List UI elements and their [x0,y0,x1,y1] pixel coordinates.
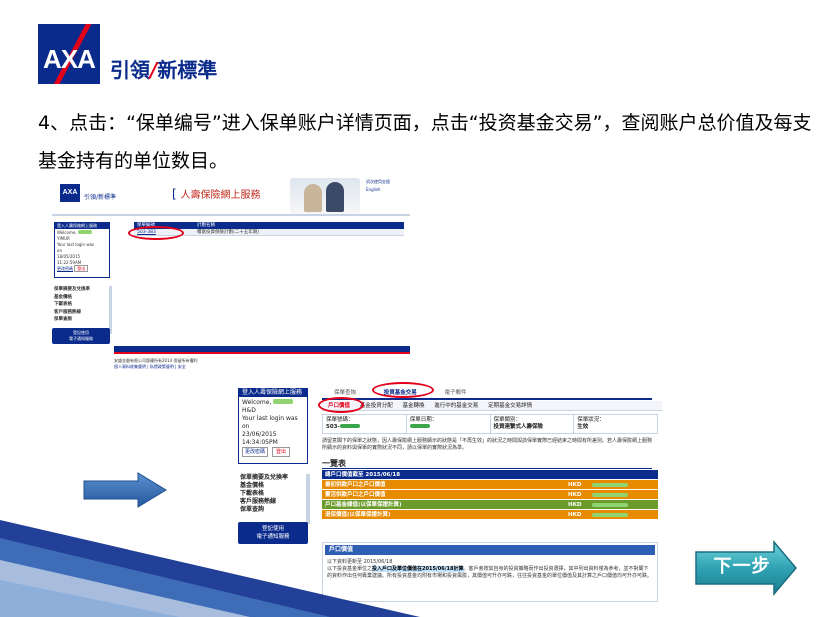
s2-highlight-circle-tab [372,382,434,398]
pointer-arrow-icon [83,472,167,508]
s2-menu-item[interactable]: 基金價格 [240,482,306,490]
table-row: 靈活供款戶口之戶口價值 HKD [322,490,658,500]
instruction-text: 4、点击：“保单编号”进入保单账户详情页面，点击“投资基金交易”，查阅账户总价值… [38,112,812,172]
s1-login-header: 登入人壽保險網上服務 [55,223,109,229]
subtab-pending-transactions[interactable]: 進行中的基金交易 [434,401,478,409]
s2-menu-item[interactable]: 下載表格 [240,490,306,498]
s1-plan-name: 積富投資保險計劃(二十五年期) [197,230,260,235]
s1-page-title: [ 人壽保險網上服務 [172,187,261,201]
s1-brand: 引領/新標準 [84,194,117,201]
s1-logout-button[interactable]: 登出 [74,265,89,272]
table-row: 戶口基金總值(以保單保證計算) HKD [322,500,658,510]
s1-side-menu: 保單摘要及兌換率 基金價格 下載表格 客戶服務熱線 保單查詢 [54,286,112,334]
table-row: 最初供款戶口之戶口價值 HKD [322,480,658,490]
s1-axa-logo: AXA [60,184,80,202]
s2-menu-item[interactable]: 客戶服務熱線 [240,498,306,506]
s2-tab-underline [322,398,652,400]
next-step-button[interactable]: 下一步 [706,552,778,582]
s2-sub-tabs: 戶口價值 基金投資分配 基金轉換 進行中的基金交易 定期基金交易詳情 [322,401,662,411]
s1-change-password[interactable]: 更改密碼 [57,266,73,271]
s1-login-box: 登入人壽保險網上服務 Welcome, YIMUR Your last logi… [54,222,110,278]
s1-enotice-button[interactable]: 登記使用 電子通知服務 [52,328,110,344]
s2-side-menu: 保單摘要及兌換率 基金價格 下載表格 客戶服務熱線 保單查詢 [240,474,310,524]
brand-slogan: 引領/新標準 [110,54,217,83]
s2-status-note: 請留意閣下的保單之狀態，因人壽保險網上服務顯示的狀態是「不再生效」的狀況之時間與… [322,438,653,451]
s1-menu-item[interactable]: 保單摘要及兌換率 [54,286,110,294]
brand-left: 引領 [110,58,150,82]
table-row: 總戶口價值截至 2015/06/18 [322,470,658,480]
s1-menu-item[interactable]: 客戶服務熱線 [54,309,110,317]
s1-banner-image [290,178,360,214]
s1-highlight-circle [128,226,184,240]
s1-menu-item[interactable]: 基金價格 [54,294,110,302]
s2-username: H&D [242,407,256,414]
subtab-fund-switch[interactable]: 基金轉換 [403,401,425,409]
s2-login-time: 14:34:05PM [242,439,278,446]
s2-menu-item[interactable]: 保單查詢 [240,506,306,514]
logo-text: AXA [43,44,96,74]
table-row: 退保價值(以保單保證計算) HKD [322,510,658,520]
s1-divider [52,214,410,216]
s2-highlight-circle-subtab [318,397,364,413]
brand-right: 新標準 [157,58,218,82]
s2-value-table: 總戶口價值截至 2015/06/18 最初供款戶口之戶口價值 HKD 靈活供款戶… [322,470,658,520]
s1-menu-item[interactable]: 下載表格 [54,301,110,309]
s2-logout-button[interactable]: 登出 [272,447,291,457]
axa-logo: AXA [38,24,100,84]
s2-login-box: 登入人壽保險網上服務 Welcome, H&D Your last login … [238,388,308,464]
s1-footer-links[interactable]: 個人資料收集聲明 | 私隱政策聲明 | 安全 [114,364,186,369]
s2-last-login: Your last login was [242,415,298,422]
s1-help-link[interactable]: 初次使用支援 [366,178,390,186]
s2-overview-line [322,468,652,469]
tab-policy-enquiry[interactable]: 保單查詢 [334,388,356,396]
s2-welcome: Welcome, [242,399,304,407]
s2-login-date: 23/06/2015 [242,431,277,438]
s1-menu-item[interactable]: 保單查詢 [54,316,110,324]
screenshot-policy-list: AXA 引領/新標準 [ 人壽保險網上服務 初次使用支援 English 登入人… [52,178,410,374]
s1-footer: 安盛金融有限公司版權所有2014 保留所有權利 個人資料收集聲明 | 私隱政策聲… [114,358,198,369]
subtab-regular-transactions[interactable]: 定期基金交易詳情 [488,401,532,409]
s2-change-password[interactable]: 更改密碼 [242,447,269,457]
s2-on: on [242,423,250,430]
s1-footer-bar-red [114,352,410,354]
s2-policy-info: 保單號碼： 503- 保單日期： 保單類別： 投資連繫式人壽保險 保單狀況： 生效 [322,414,658,434]
s1-english-link[interactable]: English [366,186,390,194]
tab-email[interactable]: 電子郵件 [445,388,467,396]
s1-top-links: 初次使用支援 English [366,178,390,194]
subtab-fund-allocation[interactable]: 基金投資分配 [360,401,393,409]
s2-menu-item[interactable]: 保單摘要及兌換率 [240,474,306,482]
s2-login-header: 登入人壽保險網上服務 [239,389,307,397]
